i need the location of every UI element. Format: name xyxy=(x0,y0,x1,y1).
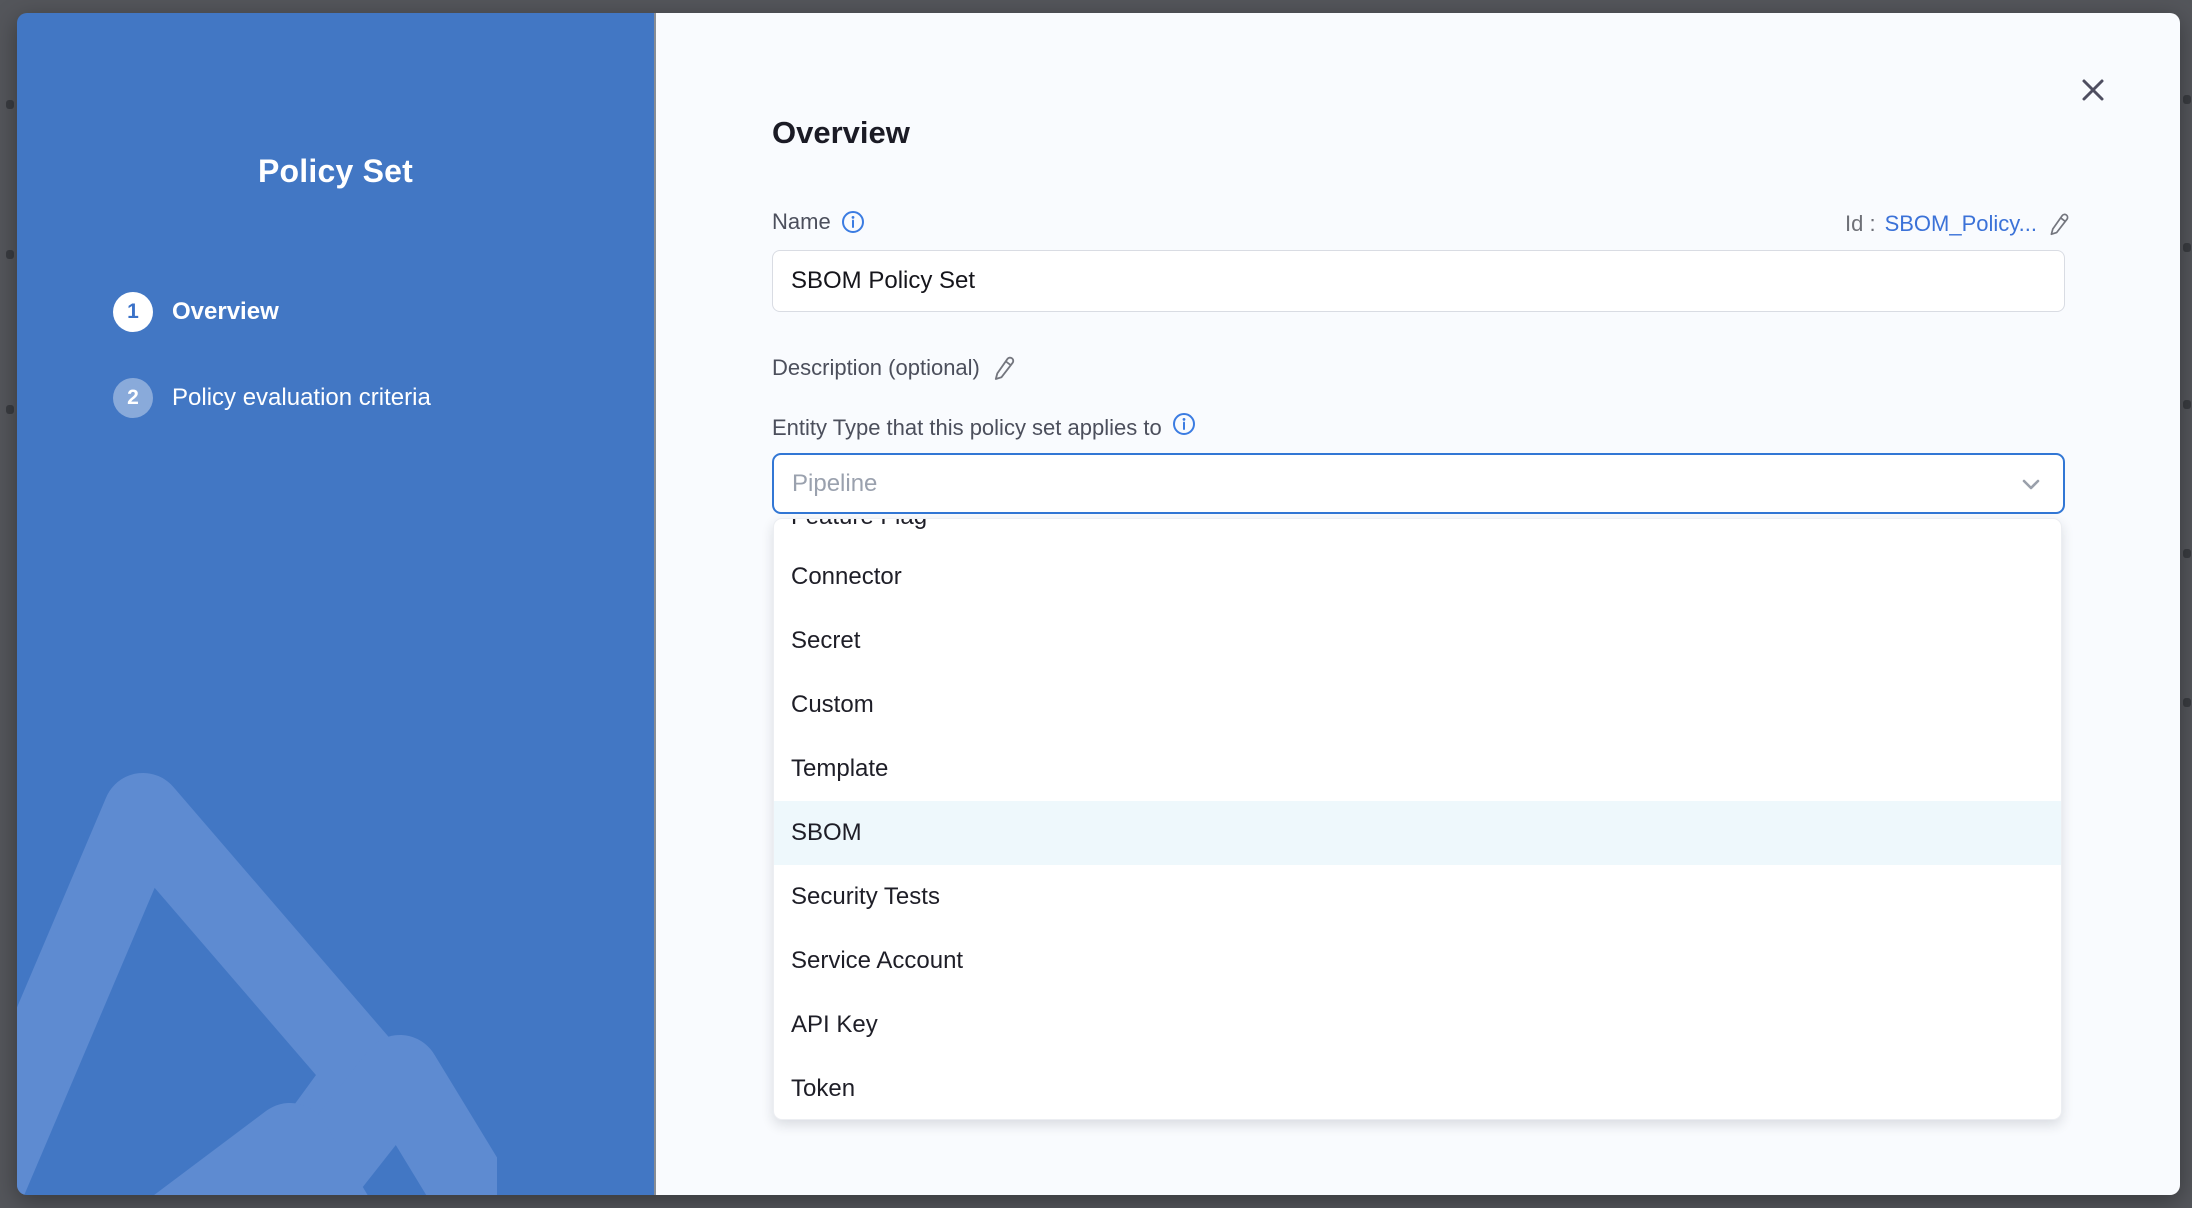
dropdown-item-partial[interactable]: Feature Flag xyxy=(774,519,2061,545)
step-number-badge: 2 xyxy=(113,378,153,418)
step-label: Overview xyxy=(172,298,279,326)
page-title: Overview xyxy=(772,115,910,151)
screen: Policy Set 1 Overview 2 Policy evaluatio… xyxy=(0,0,2192,1208)
edit-pencil-icon[interactable] xyxy=(2046,211,2072,237)
overlay-fragment xyxy=(2183,698,2191,707)
info-icon[interactable] xyxy=(841,210,865,234)
modal-title: Policy Set xyxy=(17,153,654,190)
entity-type-select[interactable]: Pipeline xyxy=(772,453,2065,514)
overlay-fragment xyxy=(2183,95,2191,104)
overlay-fragment xyxy=(2183,243,2191,252)
overlay-fragment xyxy=(2183,549,2191,558)
dropdown-item-custom[interactable]: Custom xyxy=(774,673,2061,737)
edit-pencil-icon[interactable] xyxy=(990,354,1018,382)
dropdown-item-security-tests[interactable]: Security Tests xyxy=(774,865,2061,929)
close-icon[interactable] xyxy=(2076,73,2110,107)
info-icon[interactable] xyxy=(1172,412,1196,436)
overlay-fragment xyxy=(6,100,14,109)
dropdown-item-service-account[interactable]: Service Account xyxy=(774,929,2061,993)
dropdown-item-connector[interactable]: Connector xyxy=(774,545,2061,609)
id-value-link[interactable]: SBOM_Policy... xyxy=(1885,211,2037,237)
name-input[interactable] xyxy=(772,250,2065,312)
wizard-sidebar: Policy Set 1 Overview 2 Policy evaluatio… xyxy=(17,13,656,1195)
step-number-badge: 1 xyxy=(113,292,153,332)
select-placeholder: Pipeline xyxy=(792,470,2017,498)
name-label: Name xyxy=(772,209,831,235)
overlay-fragment xyxy=(6,405,14,414)
dropdown-item-api-key[interactable]: API Key xyxy=(774,993,2061,1057)
step-label: Policy evaluation criteria xyxy=(172,384,431,412)
description-label: Description (optional) xyxy=(772,355,980,381)
policy-set-modal: Policy Set 1 Overview 2 Policy evaluatio… xyxy=(17,13,2180,1195)
dropdown-item-template[interactable]: Template xyxy=(774,737,2061,801)
entity-dropdown-list: ConnectorSecretCustomTemplateSBOMSecurit… xyxy=(774,545,2061,1120)
chevron-down-icon xyxy=(2017,470,2045,498)
dropdown-item-token[interactable]: Token xyxy=(774,1057,2061,1120)
overlay-fragment xyxy=(6,250,14,259)
sidebar-step-overview[interactable]: 1 Overview xyxy=(113,292,279,332)
dropdown-item-sbom[interactable]: SBOM xyxy=(774,801,2061,865)
dropdown-item-secret[interactable]: Secret xyxy=(774,609,2061,673)
entity-type-label: Entity Type that this policy set applies… xyxy=(772,415,1162,441)
modal-content: Overview Name Id : SBOM_Policy... xyxy=(656,13,2180,1195)
id-prefix: Id : xyxy=(1845,211,1876,237)
sidebar-step-policy-evaluation-criteria[interactable]: 2 Policy evaluation criteria xyxy=(113,378,431,418)
overlay-fragment xyxy=(2183,400,2191,409)
harness-logo-watermark xyxy=(17,773,497,1195)
entity-type-dropdown: Feature Flag ConnectorSecretCustomTempla… xyxy=(773,518,2062,1120)
